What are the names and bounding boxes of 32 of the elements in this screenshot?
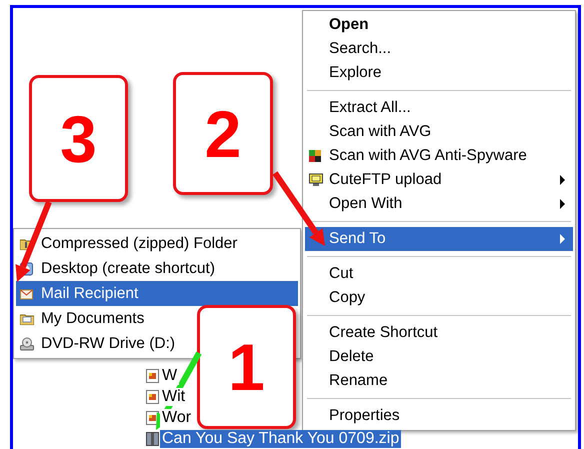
document-icon	[146, 369, 159, 384]
envelope-icon	[20, 287, 33, 300]
menu-item[interactable]: Search...	[305, 37, 573, 61]
documents-folder-icon	[20, 312, 34, 324]
step-callout: 1	[197, 305, 296, 429]
menu-item[interactable]: Open	[305, 13, 573, 37]
monitor-icon	[309, 174, 323, 186]
menu-item[interactable]: Copy	[305, 286, 573, 310]
menu-item[interactable]: Scan with AVG Anti-Spyware	[305, 144, 573, 168]
menu-item[interactable]: Explore	[305, 61, 573, 85]
disc-drive-icon	[20, 337, 34, 350]
menu-item[interactable]: Properties	[305, 404, 573, 428]
squares-icon	[309, 150, 321, 162]
menu-item[interactable]: CuteFTP upload	[305, 168, 573, 192]
file-name[interactable]: Wit	[160, 388, 188, 406]
menu-item[interactable]: Cut	[305, 262, 573, 286]
submenu-item[interactable]: Compressed (zipped) Folder	[16, 231, 298, 256]
menu-item[interactable]: Delete	[305, 345, 573, 369]
menu-item[interactable]: Extract All...	[305, 96, 573, 120]
step-callout: 3	[29, 75, 128, 202]
menu-item[interactable]: Send To	[305, 227, 573, 251]
file-name[interactable]: Can You Say Thank You 0709.zip	[160, 430, 402, 448]
menu-item[interactable]: Create Shortcut	[305, 321, 573, 345]
step-callout: 2	[173, 72, 273, 195]
file-name[interactable]: W	[160, 367, 180, 386]
menu-item[interactable]: Open With	[305, 192, 573, 216]
menu-item[interactable]: Scan with AVG	[305, 120, 573, 144]
menu-item[interactable]: Rename	[305, 369, 573, 393]
archive-file-icon	[146, 432, 159, 446]
submenu-item[interactable]: Mail Recipient	[16, 281, 298, 306]
document-icon	[146, 390, 159, 404]
file-name[interactable]: Wor	[160, 408, 194, 427]
